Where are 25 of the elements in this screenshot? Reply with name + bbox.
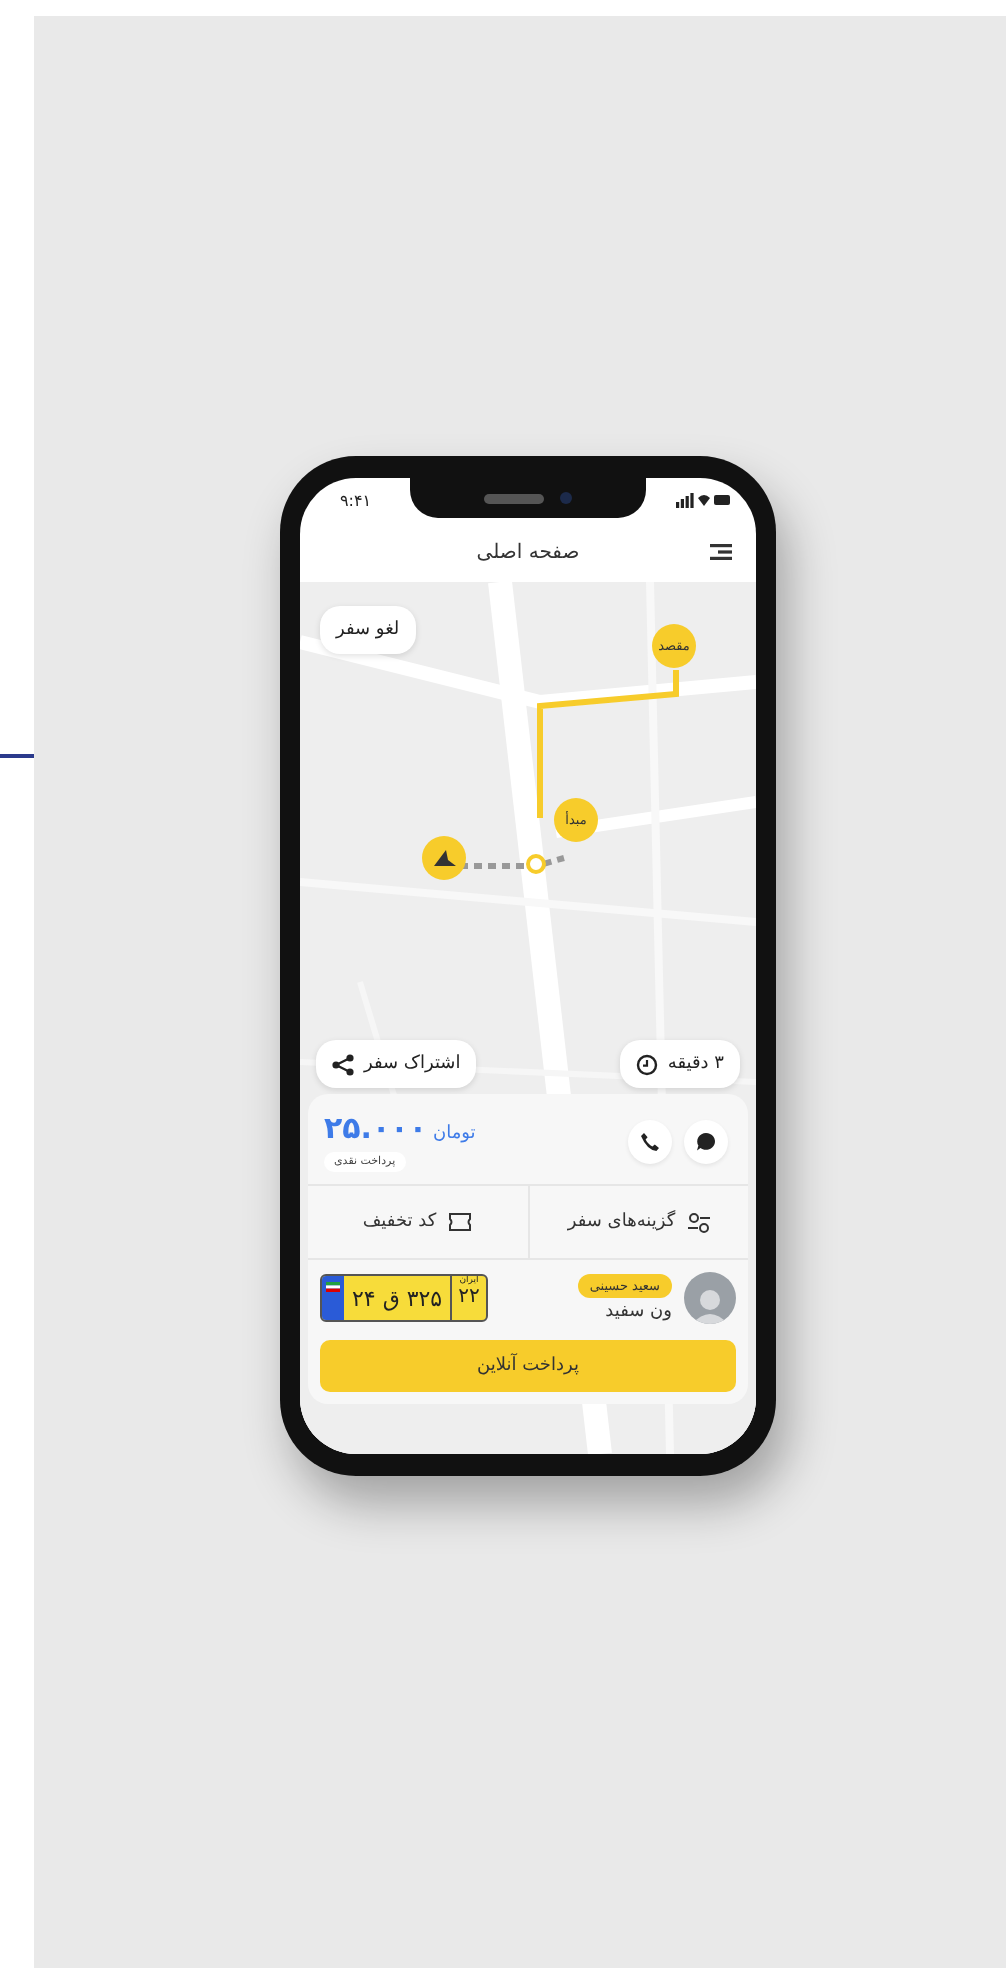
- clock-icon: [635, 1053, 658, 1075]
- ticket-icon: [448, 1212, 473, 1232]
- pay-online-button[interactable]: پرداخت آنلاین: [320, 1340, 736, 1392]
- status-time: ۹:۴۱: [340, 491, 372, 509]
- flag-icon: [326, 1282, 340, 1292]
- phone-icon: [640, 1131, 660, 1151]
- trip-price: ۲۵.۰۰۰ تومان: [324, 1110, 476, 1146]
- eta-chip: ۳ دقیقه: [619, 1040, 740, 1088]
- trip-options-button[interactable]: گزینه‌های سفر: [529, 1186, 748, 1258]
- car-model: ون سفید: [605, 1302, 672, 1322]
- plate-number: ۳۲۵ ق ۲۴: [350, 1283, 445, 1315]
- call-button[interactable]: [628, 1119, 672, 1163]
- driver-avatar: [684, 1272, 736, 1324]
- status-icons: [676, 492, 732, 508]
- car-arrow-icon: [433, 849, 455, 867]
- cancel-trip-button[interactable]: لغو سفر: [320, 606, 416, 654]
- menu-icon[interactable]: [710, 544, 732, 560]
- discount-code-button[interactable]: کد تخفیف: [308, 1186, 529, 1258]
- share-icon: [332, 1053, 354, 1075]
- share-trip-button[interactable]: اشتراک سفر: [316, 1040, 477, 1088]
- plate-region: ۲۲: [458, 1286, 480, 1310]
- chat-bubble-icon: [696, 1131, 716, 1151]
- sliders-icon: [687, 1211, 710, 1233]
- page-title: صفحه اصلی: [476, 541, 580, 563]
- chat-button[interactable]: [684, 1119, 728, 1163]
